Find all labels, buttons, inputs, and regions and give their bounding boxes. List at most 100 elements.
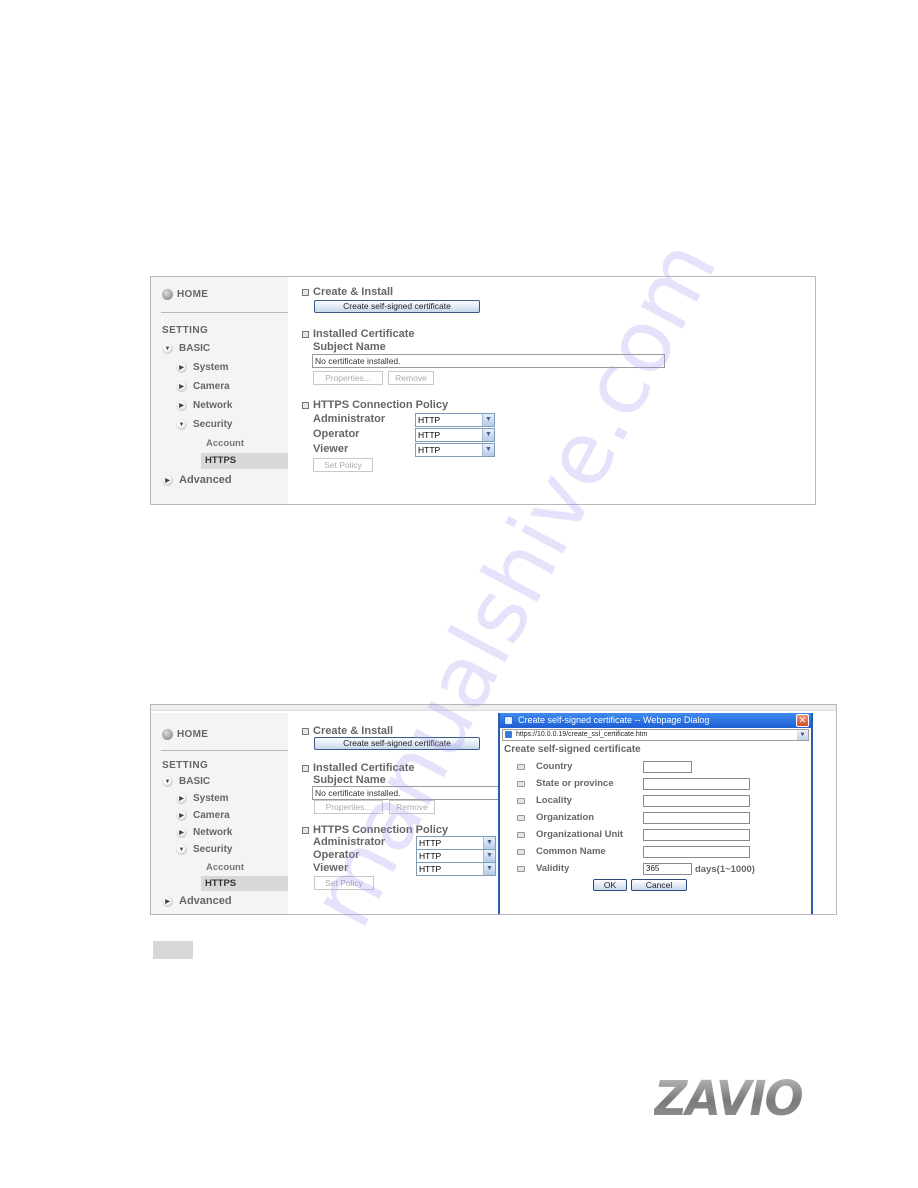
common-name-input[interactable] [643,846,750,858]
ok-button[interactable]: OK [593,879,627,891]
field-bullet-icon [517,797,525,804]
set-policy-button[interactable]: Set Policy [314,876,374,890]
viewer-policy-select[interactable]: HTTP ▼ [415,443,495,457]
sidebar-item-network[interactable]: ▶ Network [176,827,232,838]
select-value: HTTP [419,864,442,874]
organizational-unit-row: Organizational Unit [517,829,623,840]
field-bullet-icon [517,831,525,838]
sidebar-item-system[interactable]: ▶ System [176,362,229,373]
sidebar-item-network[interactable]: ▶ Network [176,400,232,411]
sidebar-item-https[interactable]: HTTPS [201,453,288,469]
select-value: HTTP [419,851,442,861]
country-input[interactable] [643,761,692,773]
sidebar-item-https[interactable]: HTTPS [201,876,288,891]
common-name-label: Common Name [536,846,606,857]
subject-name-field: No certificate installed. [312,786,512,800]
properties-button[interactable]: Properties... [313,371,383,385]
home-label: HOME [177,289,209,300]
sidebar-item-label: System [193,793,229,804]
collapsed-arrow-icon: ▶ [176,827,187,838]
set-policy-button[interactable]: Set Policy [313,458,373,472]
organizational-unit-label: Organizational Unit [536,829,624,840]
select-value: HTTP [419,838,442,848]
collapsed-arrow-icon: ▶ [176,400,187,411]
chevron-down-icon[interactable]: ▼ [482,429,494,441]
sidebar-setting-heading: SETTING [162,760,209,771]
sidebar-item-label: Security [193,844,233,855]
dialog-heading: Create self-signed certificate [504,744,641,755]
cancel-button[interactable]: Cancel [631,879,687,891]
organizational-unit-input[interactable] [643,829,750,841]
sidebar-home-link[interactable]: HOME [162,729,208,740]
collapsed-arrow-icon: ▶ [162,474,173,486]
remove-button[interactable]: Remove [389,800,435,814]
page-icon [505,731,512,738]
sidebar-item-camera[interactable]: ▶ Camera [176,810,230,821]
dialog-address-bar[interactable]: https://10.0.0.19/create_ssl_certificate… [502,729,809,741]
sidebar-item-advanced[interactable]: ▶ Advanced [162,895,232,907]
create-self-signed-certificate-button[interactable]: Create self-signed certificate [314,737,480,750]
section-bullet-icon [302,330,309,338]
create-self-signed-certificate-button[interactable]: Create self-signed certificate [314,300,480,313]
sidebar-item-account[interactable]: Account [206,862,244,873]
section-bullet-icon [302,401,309,409]
sidebar-item-label: HTTPS [205,878,237,889]
select-value: HTTP [418,415,441,425]
remove-button[interactable]: Remove [388,371,434,385]
section-title-text: HTTPS Connection Policy [313,399,449,411]
operator-policy-select[interactable]: HTTP ▼ [415,428,495,442]
sidebar-item-security[interactable]: ▼ Security [176,844,232,855]
sidebar-item-label: Network [193,827,233,838]
field-bullet-icon [517,763,525,770]
sidebar-item-security[interactable]: ▼ Security [176,419,232,430]
organization-row: Organization [517,812,594,823]
locality-input[interactable] [643,795,750,807]
dialog-title-bar[interactable]: Create self-signed certificate -- Webpag… [500,713,811,728]
sidebar-item-label: BASIC [179,343,211,354]
collapsed-arrow-icon: ▶ [176,810,187,821]
administrator-policy-select[interactable]: HTTP ▼ [415,413,495,427]
operator-policy-select[interactable]: HTTP ▼ [416,849,496,863]
viewer-policy-select[interactable]: HTTP ▼ [416,862,496,876]
sidebar-item-account[interactable]: Account [206,438,244,449]
section-title-text: Installed Certificate [313,762,415,774]
sidebar-item-basic[interactable]: ▼ BASIC [162,776,210,787]
sidebar-divider [161,750,288,751]
create-certificate-dialog: Create self-signed certificate -- Webpag… [498,713,813,914]
chevron-down-icon[interactable]: ▼ [483,837,495,849]
validity-input[interactable]: 365 [643,863,692,875]
chevron-down-icon[interactable]: ▼ [482,414,494,426]
organization-input[interactable] [643,812,750,824]
field-bullet-icon [517,780,525,787]
common-name-row: Common Name [517,846,606,857]
select-value: HTTP [418,430,441,440]
sidebar-item-camera[interactable]: ▶ Camera [176,381,230,392]
chevron-down-icon[interactable]: ▼ [482,444,494,456]
collapsed-arrow-icon: ▶ [176,793,187,804]
administrator-policy-select[interactable]: HTTP ▼ [416,836,496,850]
sidebar-item-system[interactable]: ▶ System [176,793,229,804]
sidebar-item-advanced[interactable]: ▶ Advanced [162,474,232,486]
chevron-down-icon[interactable]: ▼ [483,863,495,875]
organization-label: Organization [536,812,595,823]
state-input[interactable] [643,778,750,790]
sidebar-home-link[interactable]: HOME [162,289,208,300]
browser-toolbar-strip [151,705,836,711]
chevron-down-icon[interactable]: ▼ [797,730,808,740]
dialog-title: Create self-signed certificate -- Webpag… [518,715,710,725]
sidebar-item-basic[interactable]: ▼ BASIC [162,343,210,354]
collapsed-arrow-icon: ▶ [162,895,173,907]
home-icon [162,729,173,740]
sidebar-item-label: Security [193,419,233,430]
properties-button[interactable]: Properties... [314,800,383,814]
validity-label: Validity [536,863,570,874]
state-row: State or province [517,778,614,789]
sidebar-setting-heading: SETTING [162,325,209,336]
sidebar-item-label: Camera [193,381,230,392]
chevron-down-icon[interactable]: ▼ [483,850,495,862]
field-bullet-icon [517,814,525,821]
section-bullet-icon [302,826,309,834]
sidebar-item-label: Camera [193,810,230,821]
close-icon[interactable]: ✕ [796,714,809,727]
subject-name-label: Subject Name [313,341,386,353]
